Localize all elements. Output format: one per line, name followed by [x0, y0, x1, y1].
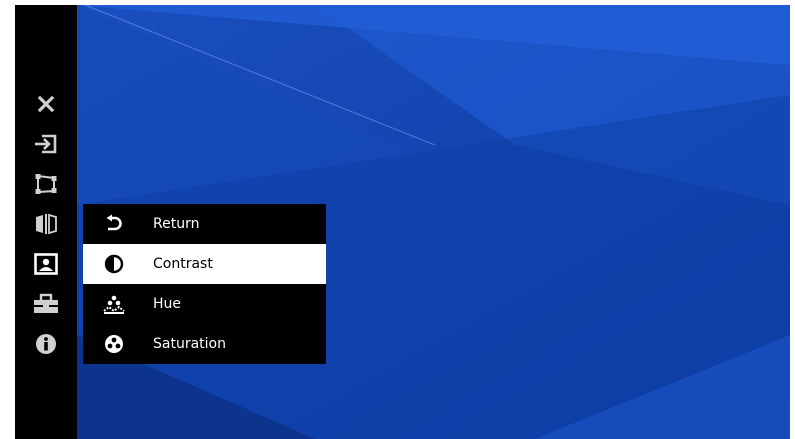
screen-frame-icon[interactable]	[31, 169, 61, 199]
menu-item-label: Return	[153, 216, 200, 232]
picture-submenu: Return Contrast Hue Saturation	[83, 204, 326, 364]
mirror-icon[interactable]	[31, 209, 61, 239]
menu-item-contrast[interactable]: Contrast	[83, 244, 326, 284]
hue-icon	[103, 293, 125, 315]
contrast-icon	[103, 253, 125, 275]
settings-sidebar	[15, 5, 77, 439]
return-icon	[103, 213, 125, 235]
saturation-icon	[103, 333, 125, 355]
menu-item-return[interactable]: Return	[83, 204, 326, 244]
toolbox-icon[interactable]	[31, 289, 61, 319]
menu-item-label: Hue	[153, 296, 182, 312]
close-icon[interactable]	[31, 89, 61, 119]
menu-item-label: Saturation	[153, 336, 226, 352]
menu-item-hue[interactable]: Hue	[83, 284, 326, 324]
info-icon[interactable]	[31, 329, 61, 359]
tv-screen: Return Contrast Hue Saturation	[15, 5, 790, 439]
input-icon[interactable]	[31, 129, 61, 159]
menu-item-label: Contrast	[153, 256, 213, 272]
menu-item-saturation[interactable]: Saturation	[83, 324, 326, 364]
picture-icon[interactable]	[31, 249, 61, 279]
